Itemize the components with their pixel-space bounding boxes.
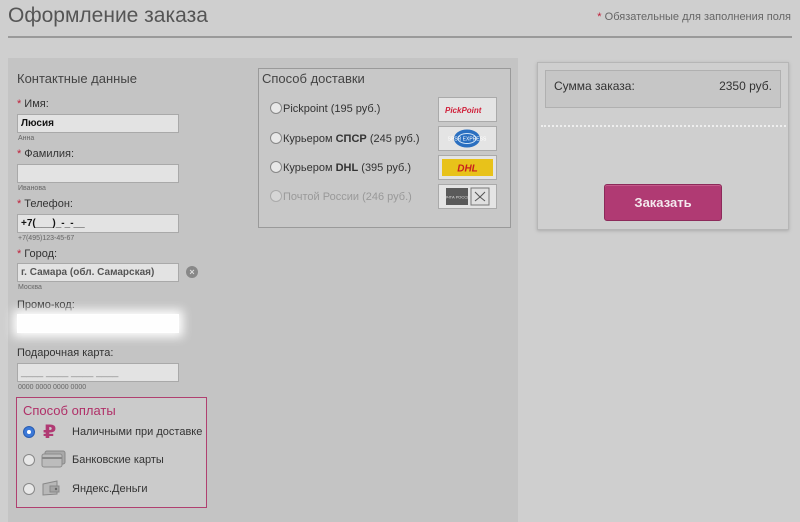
delivery-spsr-price: (245 руб.) [369,133,420,145]
contact-section-title: Контактные данные [17,71,137,86]
phone-label-text: Телефон: [24,198,73,210]
city-hint: Москва [18,284,42,291]
gift-card-field[interactable]: ____ ____ ____ ____ [17,363,179,382]
page-header: Оформление заказа * Обязательные для зап… [0,0,800,38]
payment-card-label[interactable]: Банковские карты [72,454,164,466]
delivery-pickpoint-radio[interactable] [270,102,282,114]
page-title: Оформление заказа [8,4,208,27]
order-total-value: 2350 руб. [719,79,772,93]
dhl-logo-text: DHL [457,164,478,175]
bank-card-icon [41,449,67,474]
ruble-icon: ₽ [41,421,61,446]
surname-hint: Иванова [18,185,46,192]
delivery-russian-post-label[interactable]: Почтой России (246 руб.) [283,191,412,203]
dhl-logo: DHL [438,155,497,180]
payment-section-title: Способ оплаты [23,403,116,418]
russian-post-logo: ПОЧТА РОССИИ [438,184,497,209]
payment-card-radio[interactable] [23,454,35,466]
delivery-spsr-prefix: Курьером [283,133,336,145]
surname-label-text: Фамилия: [24,148,75,160]
surname-field[interactable] [17,164,179,183]
spsr-logo: SPSR EXPRESS [438,126,497,151]
city-label: * Город: [17,248,57,260]
gift-card-label: Подарочная карта: [17,347,114,359]
yandex-money-icon [41,478,63,503]
required-star: * [17,248,22,260]
name-label-text: Имя: [24,98,49,110]
delivery-spsr-label[interactable]: Курьером СПСР (245 руб.) [283,133,420,145]
delivery-russian-post-name: Почтой России [283,191,360,203]
pickpoint-logo: PickPoint [438,97,497,122]
summary-divider [541,125,786,127]
city-field[interactable]: г. Самара (обл. Самарская) [17,263,179,282]
required-star: * [17,98,22,110]
delivery-dhl-name: DHL [335,162,359,174]
delivery-spsr-name: СПСР [335,133,367,145]
phone-hint: +7(495)123-45-67 [18,235,75,242]
name-label: * Имя: [17,98,49,110]
russian-post-logo-text: ПОЧТА РОССИИ [441,195,473,200]
required-star: * [17,148,22,160]
payment-yandex-label[interactable]: Яндекс.Деньги [72,483,148,495]
clear-city-icon[interactable]: × [186,266,198,278]
delivery-pickpoint-label[interactable]: Pickpoint (195 руб.) [283,103,380,115]
order-total-label: Сумма заказа: [554,79,635,93]
delivery-russian-post-radio[interactable] [270,190,282,202]
svg-text:₽: ₽ [43,421,56,441]
payment-cash-radio[interactable] [23,426,35,438]
gift-card-hint: 0000 0000 0000 0000 [18,384,87,391]
promo-code-field[interactable] [17,314,179,333]
delivery-dhl-radio[interactable] [270,161,282,173]
delivery-pickpoint-name: Pickpoint [283,103,328,115]
delivery-dhl-price: (395 руб.) [361,162,411,174]
city-label-text: Город: [24,248,58,260]
delivery-pickpoint-price: (195 руб.) [330,103,381,115]
delivery-dhl-prefix: Курьером [283,162,336,174]
name-hint: Анна [18,135,35,142]
required-note-text: Обязательные для заполнения поля [604,11,791,23]
pickpoint-logo-text: PickPoint [445,106,482,115]
phone-field[interactable]: +7(___)_-_-__ [17,214,179,233]
payment-yandex-radio[interactable] [23,483,35,495]
surname-label: * Фамилия: [17,148,74,160]
phone-label: * Телефон: [17,198,73,210]
delivery-dhl-label[interactable]: Курьером DHL (395 руб.) [283,162,411,174]
promo-label: Промо-код: [17,299,75,311]
required-star: * [17,198,22,210]
name-field[interactable]: Люсия [17,114,179,133]
delivery-spsr-radio[interactable] [270,132,282,144]
place-order-button[interactable]: Заказать [604,184,722,221]
header-divider [8,36,792,38]
delivery-section-title: Способ доставки [262,71,365,86]
required-star: * [597,11,602,23]
payment-cash-label[interactable]: Наличными при доставке [72,426,202,438]
delivery-russian-post-price: (246 руб.) [362,191,412,203]
required-fields-note: * Обязательные для заполнения поля [597,11,791,23]
spsr-logo-text: SPSR EXPRESS [448,137,487,143]
